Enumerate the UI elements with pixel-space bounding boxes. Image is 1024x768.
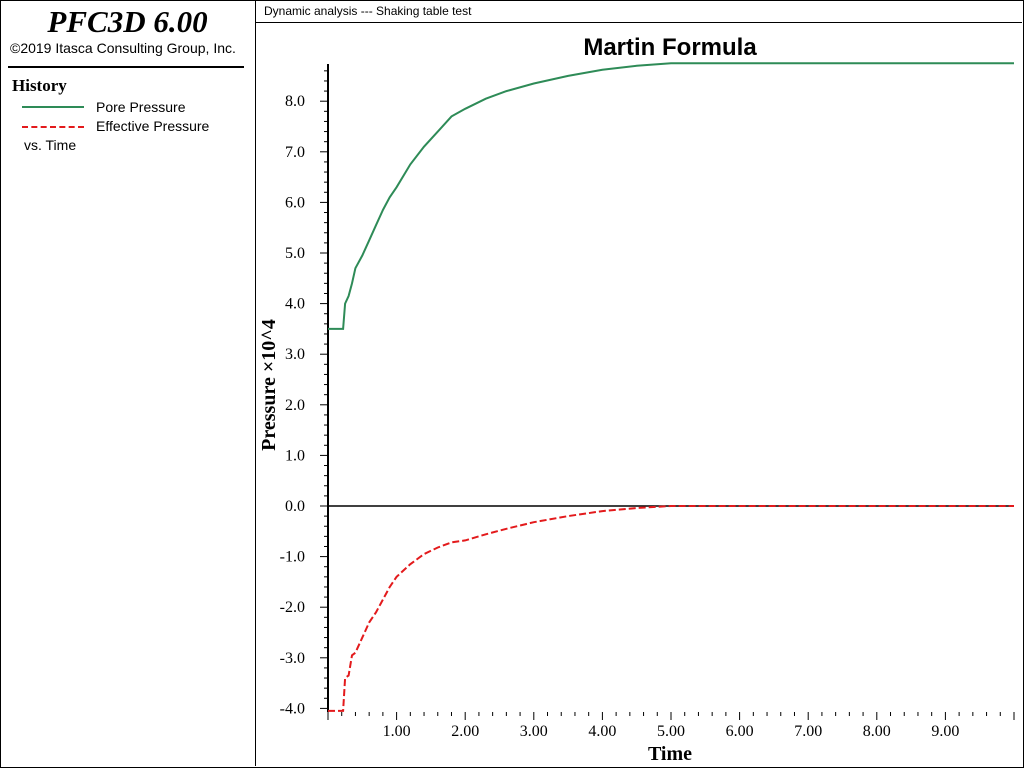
x-tick-label: 1.00 — [383, 723, 411, 740]
effective-pressure-line — [328, 505, 1014, 712]
x-tick-label: 9.00 — [931, 723, 959, 740]
x-axis-label: Time — [648, 743, 692, 765]
y-tick-label: -2.0 — [280, 599, 305, 616]
y-tick-label: 3.0 — [285, 346, 305, 363]
legend-divider — [8, 66, 244, 68]
pore-pressure-line — [328, 62, 1014, 330]
y-tick-label: 6.0 — [285, 194, 305, 211]
y-tick-label: 5.0 — [285, 245, 305, 262]
y-tick-label: 4.0 — [285, 296, 305, 313]
legend-vs-label: vs. Time — [24, 137, 77, 153]
y-tick-label: -1.0 — [280, 549, 305, 566]
plot-caption: Dynamic analysis --- Shaking table test — [264, 4, 472, 18]
legend-title: History — [12, 76, 67, 95]
pore-pressure-legend-line — [22, 106, 84, 108]
app-title: PFC3D 6.00 — [47, 4, 208, 39]
effective-pressure-legend-label: Effective Pressure — [96, 118, 210, 134]
x-tick-label: 7.00 — [794, 723, 822, 740]
pore-pressure-legend-label: Pore Pressure — [96, 99, 186, 115]
chart-title: Martin Formula — [583, 34, 757, 61]
x-tick-label: 6.00 — [726, 723, 754, 740]
legend-panel: PFC3D 6.00 ©2019 Itasca Consulting Group… — [0, 0, 256, 766]
x-tick-label: 3.00 — [520, 723, 548, 740]
y-tick-label: 8.0 — [285, 93, 305, 110]
x-tick-label: 2.00 — [451, 723, 479, 740]
y-axis-label: Pressure ×10^4 — [258, 319, 280, 451]
chart-area: Martin Formula -4.0 -3.0 -2.0 -1.0 0.0 1.0 2.0 3… — [258, 34, 1015, 765]
y-tick-label: -4.0 — [280, 700, 305, 717]
x-tick-label: 8.00 — [863, 723, 891, 740]
copyright-text: ©2019 Itasca Consulting Group, Inc. — [10, 40, 236, 56]
y-tick-label: 1.0 — [285, 447, 305, 464]
y-tick-label: 0.0 — [285, 498, 305, 515]
y-tick-label: 7.0 — [285, 144, 305, 161]
y-tick-label: 2.0 — [285, 397, 305, 414]
y-tick-label: -3.0 — [280, 650, 305, 667]
effective-pressure-legend-line — [22, 126, 84, 128]
x-tick-label: 5.00 — [657, 723, 685, 740]
x-tick-label: 4.00 — [588, 723, 616, 740]
